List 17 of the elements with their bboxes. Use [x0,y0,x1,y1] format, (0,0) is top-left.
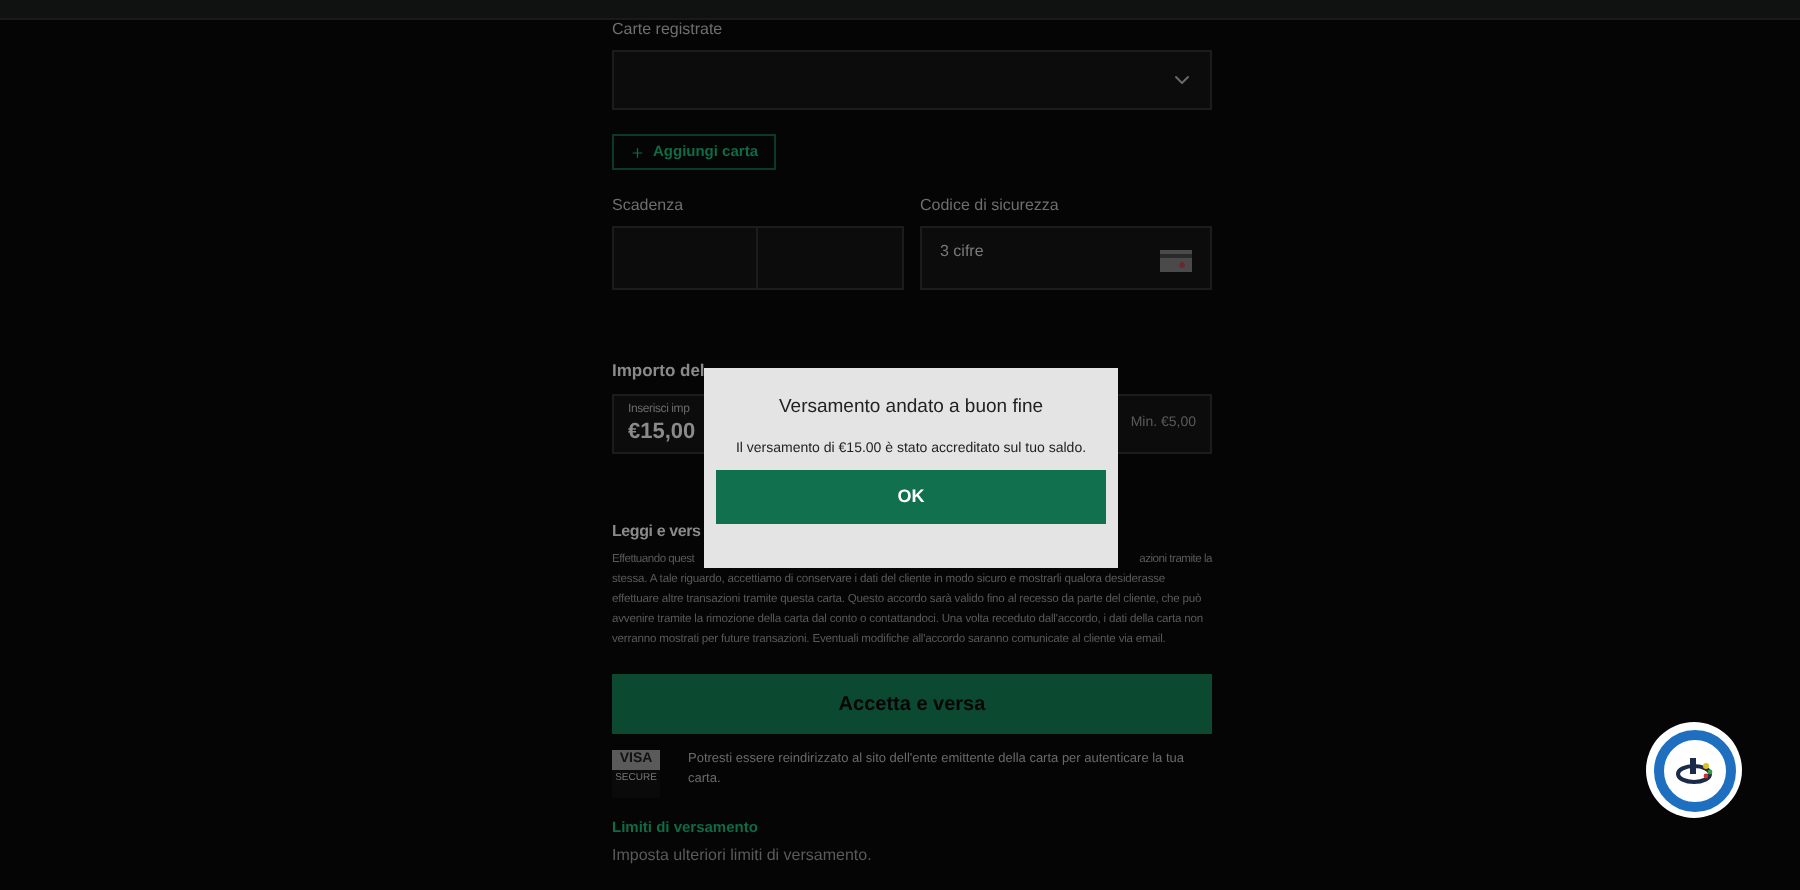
card-select[interactable] [612,50,1212,110]
field-label: Codice di sicurezza [920,196,1061,216]
ok-button[interactable]: OK [716,470,1106,525]
amount-value: €15,00 [628,420,696,446]
accept-deposit-button[interactable]: Accetta e versa [612,674,1212,734]
security-code-field[interactable]: 3 cifre [920,226,1212,290]
logo-icon [1674,756,1714,784]
section-heading: Leggi e vers [612,520,701,544]
section-heading: Importo del [612,358,705,382]
limits-text: Imposta ulteriori limiti di versamento. [612,846,874,866]
support-badge[interactable] [1646,722,1742,818]
dialog-title: Versamento andato a buon fine [778,394,1044,422]
card-icon [1160,250,1192,272]
field-label: Carte registrate [612,20,725,40]
field-label: Scadenza [612,196,686,216]
plus-icon [630,143,645,161]
security-code-input[interactable]: 3 cifre [940,240,1100,264]
